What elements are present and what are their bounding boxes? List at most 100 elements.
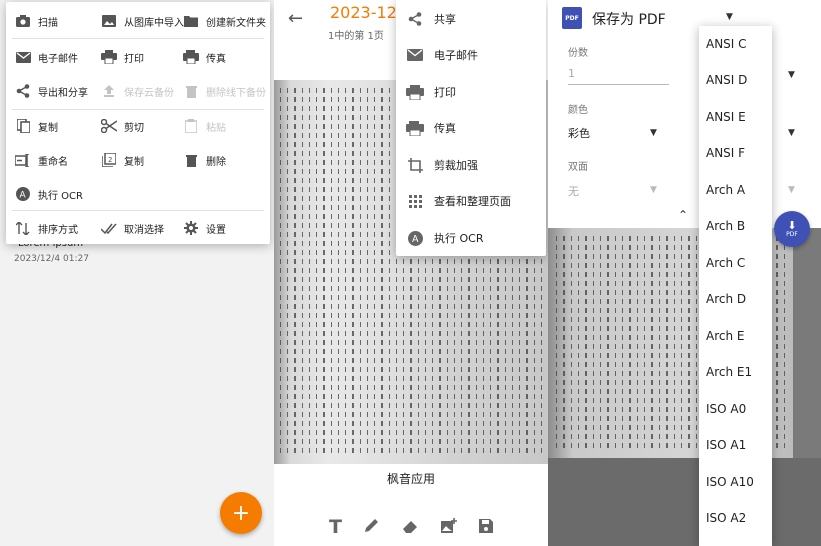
menu-deselect-label: 取消选择: [124, 224, 164, 236]
camera-icon: [14, 13, 32, 29]
paper-size-option[interactable]: ISO A0: [706, 402, 746, 416]
menu-duplicate-label: 复制: [124, 156, 144, 168]
double-check-icon: [100, 220, 118, 236]
share-menu-share[interactable]: 共享: [406, 7, 456, 31]
paper-size-option[interactable]: ISO A2: [706, 511, 746, 525]
share-menu-share-label: 共享: [434, 13, 456, 26]
printer-icon: [100, 49, 118, 65]
eraser-tool-icon[interactable]: [401, 518, 419, 537]
menu-export-share[interactable]: 导出和分享: [14, 79, 88, 103]
printer-selector-label[interactable]: 保存为 PDF: [592, 9, 666, 29]
fax-icon: [182, 49, 200, 65]
menu-delete-offline-label: 删除线下备份: [206, 87, 266, 99]
menu-deselect[interactable]: 取消选择: [100, 216, 164, 240]
download-icon: ⬇: [787, 218, 797, 232]
save-icon[interactable]: [478, 518, 493, 537]
menu-delete-label: 删除: [206, 156, 226, 168]
preview-background: [548, 458, 821, 546]
paper-size-option[interactable]: ANSI C: [706, 37, 747, 51]
chevron-down-icon: ▼: [650, 185, 657, 195]
menu-print[interactable]: 打印: [100, 45, 144, 69]
folder-icon: [182, 13, 200, 29]
menu-paste-label: 粘贴: [206, 122, 226, 134]
upload-icon: [100, 83, 118, 99]
sort-icon: [14, 220, 32, 236]
rename-icon: [14, 152, 32, 168]
paper-size-option[interactable]: Arch C: [706, 256, 745, 270]
paper-size-option[interactable]: Arch A: [706, 183, 745, 197]
color-label: 颜色: [568, 105, 588, 116]
menu-divider: [12, 109, 264, 110]
menu-duplicate[interactable]: 2 复制: [100, 148, 144, 172]
share-menu-crop-label: 剪裁加强: [434, 159, 478, 172]
menu-rename[interactable]: 重命名: [14, 148, 68, 172]
menu-email-label: 电子邮件: [38, 53, 78, 65]
menu-copy[interactable]: 复制: [14, 114, 58, 138]
chevron-down-icon[interactable]: ▼: [726, 12, 733, 22]
paper-size-option[interactable]: ANSI E: [706, 110, 746, 124]
chevron-down-icon[interactable]: ▼: [788, 128, 795, 138]
chevron-down-icon[interactable]: ▼: [788, 70, 795, 80]
menu-cut[interactable]: 剪切: [100, 114, 144, 138]
menu-email[interactable]: 电子邮件: [14, 45, 78, 69]
menu-cut-label: 剪切: [124, 122, 144, 134]
paper-size-option[interactable]: ISO A1: [706, 438, 746, 452]
print-dialog-panel: PDF 保存为 PDF ▼ 份数 1 ▼ 颜色 彩色 ▼ ▼ 双面 无 ▼ ▼ …: [548, 0, 821, 546]
paper-size-option[interactable]: Arch E1: [706, 365, 752, 379]
menu-scan[interactable]: 扫描: [14, 9, 58, 33]
share-menu-email[interactable]: 电子邮件: [406, 43, 478, 67]
share-menu-print[interactable]: 打印: [406, 80, 456, 104]
menu-fax[interactable]: 传真: [182, 45, 226, 69]
copies-input[interactable]: 1: [568, 67, 575, 80]
share-menu-view-pages[interactable]: 查看和整理页面: [406, 189, 511, 213]
menu-save-cloud: 保存云备份: [100, 79, 174, 103]
share-menu-fax[interactable]: 传真: [406, 116, 456, 140]
duplex-label: 双面: [568, 162, 588, 173]
menu-print-label: 打印: [124, 53, 144, 65]
add-fab-button[interactable]: +: [220, 492, 262, 534]
save-pdf-fab-button[interactable]: ⬇ PDF: [774, 211, 810, 247]
paper-size-option[interactable]: ANSI F: [706, 146, 745, 160]
paper-size-option[interactable]: Arch E: [706, 329, 744, 343]
menu-export-share-label: 导出和分享: [38, 87, 88, 99]
pen-tool-icon[interactable]: [364, 518, 379, 537]
fax-icon: [406, 120, 424, 136]
share-menu: 共享 电子邮件 打印 传真 剪裁加强 查看和整理页面 A 执行 OCR: [396, 0, 546, 256]
paper-size-option[interactable]: Arch B: [706, 219, 745, 233]
ocr-icon: A: [406, 230, 424, 246]
mail-icon: [406, 47, 424, 63]
menu-sort-label: 排序方式: [38, 224, 78, 236]
menu-import-gallery[interactable]: 从图库中导入: [100, 9, 184, 33]
menu-ocr[interactable]: A 执行 OCR: [14, 182, 83, 206]
add-image-icon[interactable]: [440, 517, 457, 537]
paper-size-option[interactable]: ISO A10: [706, 475, 754, 489]
share-menu-crop[interactable]: 剪裁加强: [406, 153, 478, 177]
share-icon: [406, 11, 424, 27]
menu-settings-label: 设置: [206, 224, 226, 236]
duplicate-icon: 2: [100, 152, 118, 168]
mail-icon: [14, 49, 32, 65]
paper-size-option[interactable]: ANSI D: [706, 73, 747, 87]
menu-divider: [12, 210, 264, 211]
page-indicator: 1中的第 1页: [328, 31, 384, 42]
menu-scan-label: 扫描: [38, 17, 58, 29]
menu-delete[interactable]: 删除: [182, 148, 226, 172]
share-menu-print-label: 打印: [434, 86, 456, 99]
share-menu-ocr[interactable]: A 执行 OCR: [406, 226, 483, 250]
menu-new-folder[interactable]: 创建新文件夹: [182, 9, 266, 33]
paper-size-option[interactable]: Arch D: [706, 292, 746, 306]
text-tool-icon[interactable]: T: [329, 516, 342, 538]
trash-icon: [182, 152, 200, 168]
chevron-down-icon: ▼: [788, 185, 795, 195]
menu-sort[interactable]: 排序方式: [14, 216, 78, 240]
menu-settings[interactable]: 设置: [182, 216, 226, 240]
chevron-down-icon[interactable]: ▼: [650, 128, 657, 138]
copies-label: 份数: [568, 48, 588, 59]
document-actions-menu: 扫描 从图库中导入 创建新文件夹 电子邮件 打印 传真 导出和分享 保存云备份 …: [6, 2, 270, 244]
color-select[interactable]: 彩色: [568, 125, 590, 141]
chevron-up-icon[interactable]: ⌃: [678, 208, 688, 222]
gear-icon: [182, 220, 200, 236]
document-date: 2023/12/4 01:27: [14, 254, 89, 264]
back-arrow-icon[interactable]: ←: [288, 8, 303, 29]
ocr-icon: A: [14, 186, 32, 202]
